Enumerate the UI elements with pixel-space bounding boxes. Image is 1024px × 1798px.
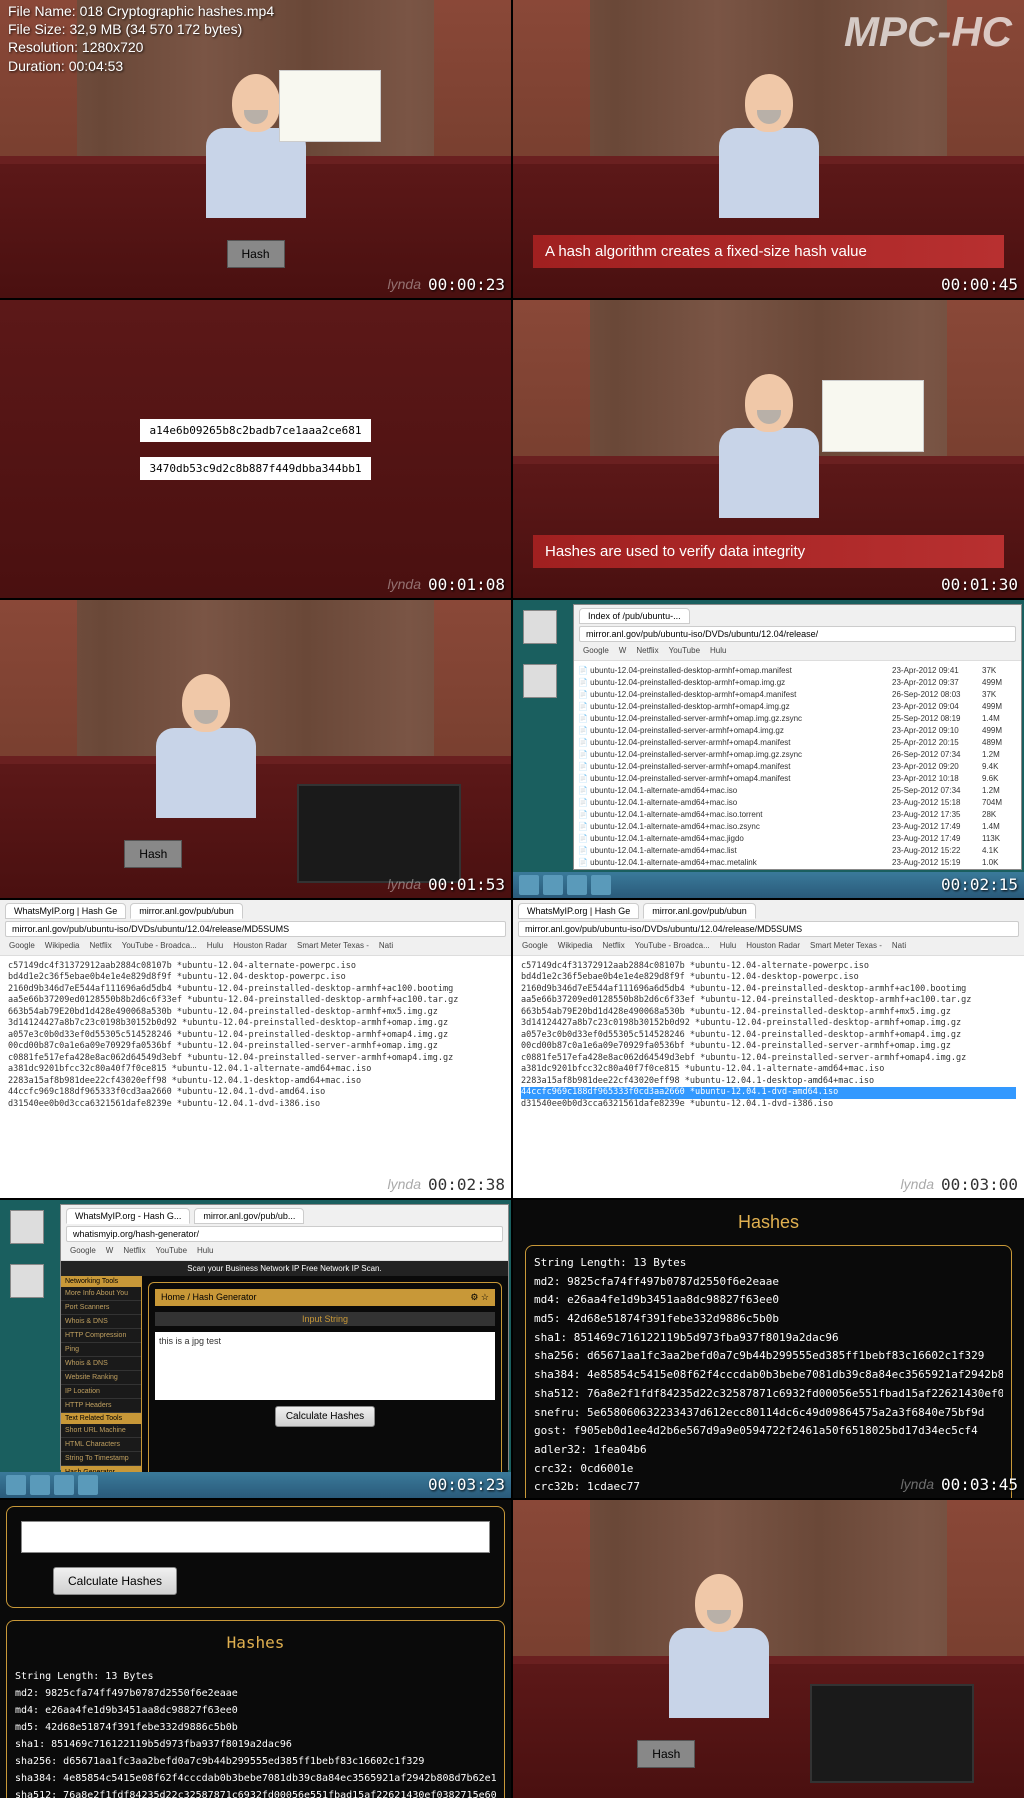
tab-whatsmyip[interactable]: WhatsMyIP.org | Hash Ge xyxy=(5,903,126,919)
tab-whatsmyip[interactable]: WhatsMyIP.org | Hash Ge xyxy=(518,903,639,919)
thumb-12: Hash xyxy=(513,1500,1024,1798)
thumb-5: Hash lynda 00:01:53 xyxy=(0,600,511,898)
bookmarks[interactable]: GoogleWikipediaNetflixYouTube - Broadca.… xyxy=(518,939,1019,952)
calculate-hashes-button[interactable]: Calculate Hashes xyxy=(53,1567,177,1595)
bookmarks[interactable]: GoogleWNetflixYouTubeHulu xyxy=(579,644,1016,657)
hash-strip-2: 3470db53c9d2c8b887f449dbba344bb1 xyxy=(140,457,372,480)
tool-sidebar[interactable]: Networking Tools More Info About YouPort… xyxy=(61,1276,142,1494)
caption: A hash algorithm creates a fixed-size ha… xyxy=(533,235,1004,268)
recycle-bin-icon[interactable] xyxy=(10,1210,44,1244)
tab-whatsmyip[interactable]: WhatsMyIP.org - Hash G... xyxy=(66,1208,190,1224)
explorer-icon[interactable] xyxy=(567,875,587,895)
breadcrumb: Home / Hash Generator xyxy=(161,1292,257,1303)
laptop xyxy=(297,784,461,883)
url-bar[interactable]: mirror.anl.gov/pub/ubuntu-iso/DVDs/ubunt… xyxy=(518,921,1019,937)
ie-icon[interactable] xyxy=(30,1475,50,1495)
hashes-title: Hashes xyxy=(525,1212,1012,1233)
thumb-10: Hashes String Length: 13 Bytes md2: 9825… xyxy=(513,1200,1024,1498)
thumb-6: Index of /pub/ubuntu-... mirror.anl.gov/… xyxy=(513,600,1024,898)
thumb-7: WhatsMyIP.org | Hash Ge mirror.anl.gov/p… xyxy=(0,900,511,1198)
tab-mirror[interactable]: mirror.anl.gov/pub/ub... xyxy=(194,1208,304,1224)
tab[interactable]: Index of /pub/ubuntu-... xyxy=(579,608,690,624)
input-string-field[interactable]: this is a jpg test xyxy=(155,1332,495,1400)
bookmarks[interactable]: GoogleWikipediaNetflixYouTube - Broadca.… xyxy=(5,939,506,952)
caption: Hashes are used to verify data integrity xyxy=(533,535,1004,568)
hash-machine-label: Hash xyxy=(226,240,284,268)
start-icon[interactable] xyxy=(519,875,539,895)
folder-icon[interactable] xyxy=(10,1264,44,1298)
url-bar[interactable]: whatismyip.org/hash-generator/ xyxy=(66,1226,503,1242)
ie-icon[interactable] xyxy=(543,875,563,895)
folder-icon[interactable] xyxy=(523,664,557,698)
recycle-bin-icon[interactable] xyxy=(523,610,557,644)
thumb-9: WhatsMyIP.org - Hash G...mirror.anl.gov/… xyxy=(0,1200,511,1498)
thumb-3: a14e6b09265b8c2badb7ce1aaa2ce681 3470db5… xyxy=(0,300,511,598)
url-bar[interactable]: mirror.anl.gov/pub/ubuntu-iso/DVDs/ubunt… xyxy=(579,626,1016,642)
file-info: File Name: 018 Cryptographic hashes.mp4 … xyxy=(8,2,274,75)
tab-mirror[interactable]: mirror.anl.gov/pub/ubun xyxy=(643,903,756,919)
md5-text[interactable]: c57149dc4f31372912aab2884c08107b *ubuntu… xyxy=(0,956,511,1198)
file-listing[interactable]: 📄 ubuntu-12.04-preinstalled-desktop-armh… xyxy=(574,661,1021,869)
tab-mirror[interactable]: mirror.anl.gov/pub/ubun xyxy=(130,903,243,919)
url-bar[interactable]: mirror.anl.gov/pub/ubuntu-iso/DVDs/ubunt… xyxy=(5,921,506,937)
input-string-field[interactable] xyxy=(21,1521,490,1553)
chrome-icon[interactable] xyxy=(591,875,611,895)
chrome-icon[interactable] xyxy=(78,1475,98,1495)
thumb-11: Calculate Hashes Hashes String Length: 1… xyxy=(0,1500,511,1798)
hash-results: Hashes String Length: 13 Bytes md2: 9825… xyxy=(6,1620,505,1798)
start-icon[interactable] xyxy=(6,1475,26,1495)
watermark: MPC-HC xyxy=(844,8,1012,56)
thumb-8: WhatsMyIP.org | Hash Ge mirror.anl.gov/p… xyxy=(513,900,1024,1198)
md5-text[interactable]: c57149dc4f31372912aab2884c08107b *ubuntu… xyxy=(513,956,1024,1198)
explorer-icon[interactable] xyxy=(54,1475,74,1495)
thumb-4: Hashes are used to verify data integrity… xyxy=(513,300,1024,598)
hash-strip-1: a14e6b09265b8c2badb7ce1aaa2ce681 xyxy=(140,419,372,442)
laptop xyxy=(810,1684,974,1783)
calculate-hashes-button[interactable]: Calculate Hashes xyxy=(275,1406,375,1427)
hash-results: String Length: 13 Bytes md2: 9825cfa74ff… xyxy=(525,1245,1012,1498)
timestamp: 00:00:23 xyxy=(428,275,505,294)
